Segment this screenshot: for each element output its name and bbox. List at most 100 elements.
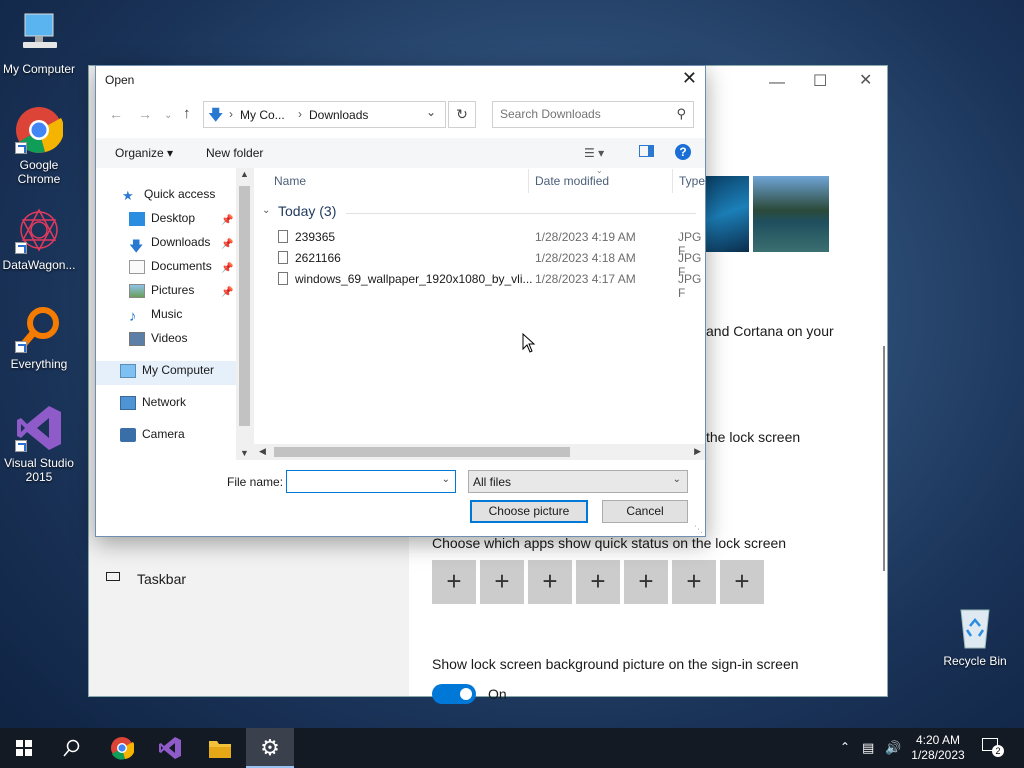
file-row[interactable]: windows_69_wallpaper_1920x1080_by_vli...…: [276, 270, 706, 300]
nav-item-camera[interactable]: Camera: [120, 427, 185, 449]
search-button[interactable]: [48, 728, 96, 768]
quick-status-add-button[interactable]: +: [624, 560, 668, 604]
search-input[interactable]: [500, 107, 670, 121]
file-row[interactable]: 239365 1/28/2023 4:19 AM JPG F: [276, 228, 706, 258]
system-clock[interactable]: 4:20 AM 1/28/2023: [906, 733, 970, 763]
cortana-text: and Cortana on your: [706, 323, 834, 339]
file-type-filter[interactable]: All files ⌄: [468, 470, 688, 493]
taskbar-visual-studio[interactable]: [146, 728, 194, 768]
background-thumbnail[interactable]: [753, 176, 829, 252]
volume-icon[interactable]: 🔊: [885, 740, 901, 756]
quick-status-add-button[interactable]: +: [672, 560, 716, 604]
view-options-icon[interactable]: ☰ ▾: [584, 146, 604, 160]
start-button[interactable]: [0, 728, 48, 768]
nav-item-desktop[interactable]: Desktop 📌: [129, 211, 233, 233]
desktop-icon-datawagon[interactable]: DataWagon...: [0, 206, 79, 272]
show-hidden-icons-chevron-icon[interactable]: ⌃: [840, 740, 850, 754]
maximize-button[interactable]: ☐: [813, 71, 827, 91]
column-header-type[interactable]: Type: [679, 174, 705, 188]
quick-status-add-button[interactable]: +: [432, 560, 476, 604]
file-date: 1/28/2023 4:17 AM: [535, 272, 636, 286]
minimize-button[interactable]: —: [769, 74, 785, 92]
recent-locations-chevron-icon[interactable]: ⌄: [164, 110, 172, 121]
hscroll-thumb[interactable]: [274, 447, 570, 457]
breadcrumb-downloads[interactable]: Downloads: [309, 108, 368, 122]
signin-background-toggle[interactable]: [432, 684, 476, 704]
taskbar-chrome[interactable]: [98, 728, 146, 768]
network-icon[interactable]: ▤: [862, 740, 874, 756]
resize-grip-icon[interactable]: ⋱: [694, 524, 703, 535]
chrome-icon: [111, 737, 134, 760]
dialog-close-button[interactable]: ✕: [682, 68, 697, 89]
file-type-filter-value: All files: [473, 475, 512, 489]
quick-status-add-button[interactable]: +: [720, 560, 764, 604]
back-arrow-icon[interactable]: ←: [109, 106, 123, 122]
refresh-button[interactable]: ↻: [448, 101, 476, 128]
column-header-name[interactable]: Name: [274, 174, 306, 188]
scroll-up-icon[interactable]: ▲: [240, 169, 249, 179]
taskbar-nav-item[interactable]: Taskbar: [105, 569, 395, 591]
nav-item-documents[interactable]: Documents 📌: [129, 259, 233, 281]
file-date: 1/28/2023 4:18 AM: [535, 251, 636, 265]
scroll-down-icon[interactable]: ▼: [240, 448, 249, 458]
file-type: JPG F: [678, 272, 702, 300]
nav-scroll-thumb[interactable]: [239, 186, 250, 426]
nav-item-my-computer[interactable]: My Computer: [120, 363, 214, 385]
file-name-combobox[interactable]: ⌄: [286, 470, 456, 493]
nav-item-pictures[interactable]: Pictures 📌: [129, 283, 233, 305]
file-row[interactable]: 2621166 1/28/2023 4:18 AM JPG F: [276, 249, 706, 279]
taskbar-settings[interactable]: ⚙: [246, 728, 294, 768]
background-thumbnail[interactable]: [699, 176, 749, 252]
close-button[interactable]: ✕: [859, 70, 872, 90]
group-collapse-icon[interactable]: ⌄: [262, 205, 270, 216]
file-list-hscrollbar[interactable]: ◀ ▶: [254, 444, 705, 460]
address-bar[interactable]: 🡇 › My Co... › Downloads ⌄: [203, 101, 446, 128]
chevron-down-icon[interactable]: ⌄: [442, 474, 450, 485]
nav-item-network[interactable]: Network: [120, 395, 186, 417]
preview-pane-icon[interactable]: [639, 145, 654, 157]
help-icon[interactable]: ?: [675, 144, 691, 160]
navigation-pane: ★ Quick access Desktop 📌 🡇 Downloads 📌 Docum…: [96, 168, 254, 460]
desktop-icon-visual-studio[interactable]: Visual Studio 2015: [0, 404, 79, 484]
quick-status-add-button[interactable]: +: [576, 560, 620, 604]
desktop-icon-my-computer[interactable]: My Computer: [0, 10, 79, 76]
column-divider: [528, 169, 529, 193]
quick-status-add-button[interactable]: +: [528, 560, 572, 604]
file-name: windows_69_wallpaper_1920x1080_by_vli...: [295, 272, 533, 286]
breadcrumb-my-computer[interactable]: My Co...: [240, 108, 285, 122]
lock-screen-text: the lock screen: [706, 429, 801, 445]
forward-arrow-icon[interactable]: →: [138, 106, 152, 122]
nav-item-music[interactable]: ♪ Music: [129, 307, 182, 329]
download-arrow-icon: 🡇: [129, 237, 144, 254]
nav-scrollbar[interactable]: ▲ ▼: [236, 168, 254, 460]
up-arrow-icon[interactable]: ↑: [183, 105, 191, 122]
cancel-button[interactable]: Cancel: [602, 500, 688, 523]
quick-status-add-button[interactable]: +: [480, 560, 524, 604]
nav-item-videos[interactable]: Videos: [129, 331, 187, 353]
desktop-icon-recycle-bin[interactable]: Recycle Bin: [935, 602, 1015, 668]
file-name-label: File name:: [227, 475, 284, 489]
desktop-icon-everything[interactable]: Everything: [0, 305, 79, 371]
taskbar-file-explorer[interactable]: [196, 728, 244, 768]
clock-time: 4:20 AM: [915, 733, 961, 747]
videos-icon: [129, 331, 145, 346]
chrome-icon: [15, 106, 64, 154]
search-icon: ⚲: [676, 106, 686, 121]
scroll-left-icon[interactable]: ◀: [259, 446, 266, 457]
new-folder-button[interactable]: New folder: [206, 146, 263, 160]
file-name-input[interactable]: [291, 472, 431, 491]
address-dropdown-icon[interactable]: ⌄: [426, 105, 436, 119]
group-header[interactable]: Today (3): [278, 203, 336, 219]
search-box[interactable]: ⚲: [492, 101, 694, 128]
organize-button[interactable]: Organize ▾: [115, 146, 173, 160]
action-center-button[interactable]: 2: [980, 738, 1004, 758]
column-header-date[interactable]: Date modified: [535, 174, 609, 188]
datawagon-icon: [15, 206, 63, 254]
scroll-right-icon[interactable]: ▶: [694, 446, 701, 457]
choose-picture-button[interactable]: Choose picture: [470, 500, 588, 523]
desktop-icon-chrome[interactable]: Google Chrome: [0, 106, 79, 186]
taskbar-icon: [106, 572, 120, 581]
nav-item-downloads[interactable]: 🡇 Downloads 📌: [129, 235, 233, 257]
settings-scrollbar[interactable]: [883, 346, 885, 571]
nav-item-quick-access[interactable]: ★ Quick access: [122, 187, 215, 209]
